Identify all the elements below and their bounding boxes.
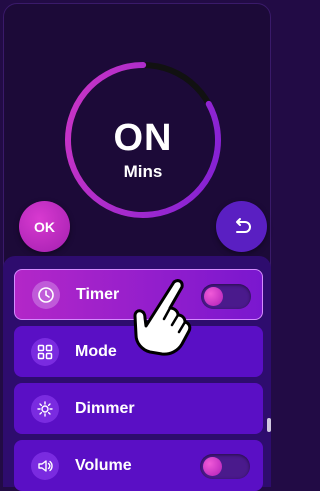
toggle-knob: [204, 287, 223, 306]
menu-item-dimmer[interactable]: Dimmer: [14, 383, 263, 434]
menu-item-label: Mode: [75, 342, 117, 360]
scrollbar-thumb[interactable]: [267, 418, 271, 432]
pointing-hand-icon: [133, 279, 192, 356]
grid-icon: [31, 337, 59, 366]
back-button[interactable]: [216, 201, 267, 252]
menu-item-label: Dimmer: [75, 399, 135, 417]
undo-arrow-icon: [235, 217, 251, 233]
toggle-knob: [203, 457, 222, 476]
menu-item-label: Timer: [76, 285, 120, 303]
dial-unit: Mins: [123, 162, 163, 181]
clock-icon: [32, 280, 60, 309]
timer-toggle[interactable]: [201, 284, 251, 309]
timer-dial[interactable]: ON Mins: [62, 59, 224, 221]
ok-button[interactable]: OK: [19, 201, 70, 252]
menu-item-label: Volume: [75, 456, 132, 474]
sun-icon: [31, 394, 59, 423]
dial-status: ON: [113, 117, 173, 159]
menu-item-volume[interactable]: Volume: [14, 440, 263, 491]
volume-toggle[interactable]: [200, 454, 250, 479]
speaker-icon: [31, 451, 59, 480]
